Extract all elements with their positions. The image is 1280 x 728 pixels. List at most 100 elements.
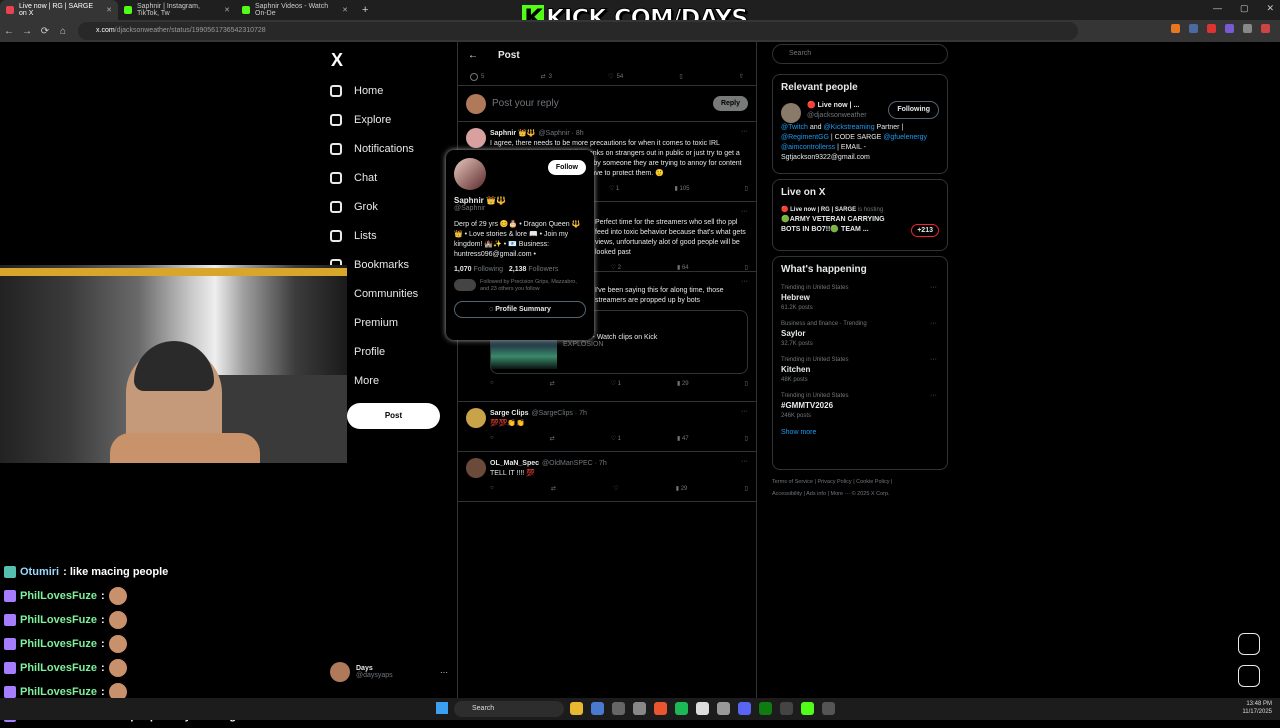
follow-button[interactable]: Follow	[547, 160, 586, 175]
app-icon[interactable]	[822, 702, 835, 715]
tab-live-now[interactable]: Live now | RG | SARGE on X ✕	[0, 0, 118, 20]
more-dots-icon[interactable]: ···	[930, 283, 937, 293]
sidebar-item-explore[interactable]: Explore	[325, 105, 455, 134]
forward-icon[interactable]: →	[18, 26, 36, 37]
live-on-x[interactable]: Live on X 🔴 Live now | RG | SARGE is hos…	[772, 179, 948, 251]
system-clock[interactable]: 13:48 PM 11/17/2025	[1242, 700, 1272, 716]
brave-icon[interactable]	[654, 702, 667, 715]
more-dots-icon[interactable]: ···	[741, 208, 748, 215]
bookmark-icon[interactable]: ▯	[745, 485, 748, 495]
maximize-icon[interactable]: ▢	[1240, 3, 1249, 14]
avatar[interactable]	[466, 408, 486, 428]
home-icon[interactable]: ⌂	[54, 26, 72, 37]
chrome-icon[interactable]	[696, 702, 709, 715]
reply-button[interactable]: Reply	[712, 96, 748, 111]
repost-action[interactable]: ⇄ 3	[541, 73, 552, 81]
views-action[interactable]: ▮ 29	[677, 380, 689, 390]
close-tab-icon[interactable]: ✕	[342, 6, 348, 14]
reply-icon[interactable]: ○	[490, 485, 494, 495]
reply-icon[interactable]: ○	[490, 380, 494, 390]
like-action[interactable]: ♡	[613, 485, 618, 495]
messages-icon[interactable]	[1238, 665, 1260, 687]
tab-saphnir-videos[interactable]: Saphnir Videos - Watch On-De ✕	[236, 0, 354, 20]
close-tab-icon[interactable]: ✕	[106, 6, 112, 14]
like-action[interactable]: ♡ 1	[609, 185, 619, 195]
x-logo[interactable]: X	[331, 50, 455, 76]
account-switcher[interactable]: Days @daysyaps ···	[330, 662, 448, 682]
more-dots-icon[interactable]: ···	[930, 355, 937, 365]
sidebar-item-home[interactable]: Home	[325, 76, 455, 105]
app-icon[interactable]	[717, 702, 730, 715]
trend-item[interactable]: ··· Trending in United States #GMMTV2026 24…	[781, 391, 939, 421]
trend-item[interactable]: ··· Trending in United States Kitchen 48K p…	[781, 355, 939, 385]
back-arrow-icon[interactable]: ←	[468, 50, 478, 61]
profile-summary-button[interactable]: ◌ Profile Summary	[454, 301, 586, 318]
post-button[interactable]: Post	[347, 403, 440, 429]
app-icon[interactable]	[612, 702, 625, 715]
more-dots-icon[interactable]: ···	[741, 408, 748, 415]
minimize-icon[interactable]: —	[1213, 3, 1222, 14]
address-bar[interactable]: x.com/djacksonweather/status/19905617365…	[78, 22, 1078, 40]
bookmark-icon[interactable]: ▯	[745, 185, 748, 195]
close-tab-icon[interactable]: ✕	[224, 6, 230, 14]
views-action[interactable]: ▮ 105	[675, 185, 690, 195]
profile-icon[interactable]	[1261, 24, 1270, 33]
extensions-icon[interactable]	[1243, 24, 1252, 33]
views-action[interactable]: ▮ 29	[676, 485, 688, 495]
avatar[interactable]	[466, 458, 486, 478]
file-explorer-icon[interactable]	[570, 702, 583, 715]
windows-start-icon[interactable]	[436, 702, 448, 714]
like-action[interactable]: ♡ 1	[611, 435, 621, 445]
bookmark-icon[interactable]: ▯	[745, 380, 748, 390]
repost-icon[interactable]: ⇄	[550, 380, 555, 390]
settings-icon[interactable]	[633, 702, 646, 715]
app-icon[interactable]	[780, 702, 793, 715]
xbox-icon[interactable]	[759, 702, 772, 715]
repost-icon[interactable]: ⇄	[551, 485, 556, 495]
more-dots-icon[interactable]: ···	[741, 458, 748, 465]
more-dots-icon[interactable]: ···	[440, 668, 448, 677]
like-action[interactable]: ♡ 1	[611, 380, 621, 390]
spotify-icon[interactable]	[675, 702, 688, 715]
new-tab-button[interactable]: +	[354, 0, 376, 20]
more-dots-icon[interactable]: ···	[930, 319, 937, 329]
extension-icon[interactable]	[1225, 24, 1234, 33]
bookmark-action[interactable]: ▯	[679, 73, 682, 80]
taskbar-search[interactable]: Search	[454, 701, 564, 717]
reply-action[interactable]: 5	[470, 72, 484, 81]
reply-icon[interactable]: ○	[490, 435, 494, 445]
footer-links[interactable]: Terms of Service | Privacy Policy | Cook…	[772, 476, 948, 500]
more-dots-icon[interactable]: ···	[741, 128, 748, 135]
back-icon[interactable]: ←	[0, 26, 18, 37]
trend-item[interactable]: ··· Business and finance · Trending Saylor…	[781, 319, 939, 349]
sidebar-item-lists[interactable]: Lists	[325, 221, 455, 250]
more-dots-icon[interactable]: ···	[930, 391, 937, 401]
avatar[interactable]	[466, 128, 486, 148]
repost-icon[interactable]: ⇄	[550, 435, 555, 445]
avatar[interactable]	[454, 158, 486, 190]
reply-tweet[interactable]: Sarge Clips @SargeClips · 7h ··· 💯💯👏👏 ○ ⇄ ♡…	[458, 402, 756, 452]
sidebar-item-chat[interactable]: Chat	[325, 163, 455, 192]
sidebar-item-notifications[interactable]: Notifications	[325, 134, 455, 163]
close-window-icon[interactable]: ✕	[1266, 3, 1274, 14]
reply-tweet[interactable]: OL_MaN_Spec @OldManSPEC · 7h ··· TELL IT …	[458, 452, 756, 502]
avatar[interactable]	[781, 103, 801, 123]
extension-icon[interactable]	[1207, 24, 1216, 33]
bookmark-icon[interactable]: ▯	[745, 435, 748, 445]
like-action[interactable]: ♡ 54	[608, 73, 623, 81]
show-more-link[interactable]: Show more	[781, 429, 939, 436]
discord-icon[interactable]	[738, 702, 751, 715]
reply-input[interactable]: Post your reply	[492, 98, 713, 109]
app-icon[interactable]	[591, 702, 604, 715]
reload-icon[interactable]: ⟳	[36, 26, 54, 37]
views-action[interactable]: ▮ 47	[677, 435, 689, 445]
extension-icon[interactable]	[1171, 24, 1180, 33]
grok-icon[interactable]	[1238, 633, 1260, 655]
trend-item[interactable]: ··· Trending in United States Hebrew 61.2K …	[781, 283, 939, 313]
tab-saphnir[interactable]: Saphnir | Instagram, TikTok, Tw ✕	[118, 0, 236, 20]
search-input[interactable]: Search	[772, 44, 948, 64]
following-button[interactable]: Following	[888, 101, 939, 119]
followed-by[interactable]: Followed by Precision Grips, Mazzabro, a…	[454, 279, 586, 293]
sidebar-item-grok[interactable]: Grok	[325, 192, 455, 221]
kick-icon[interactable]	[801, 702, 814, 715]
